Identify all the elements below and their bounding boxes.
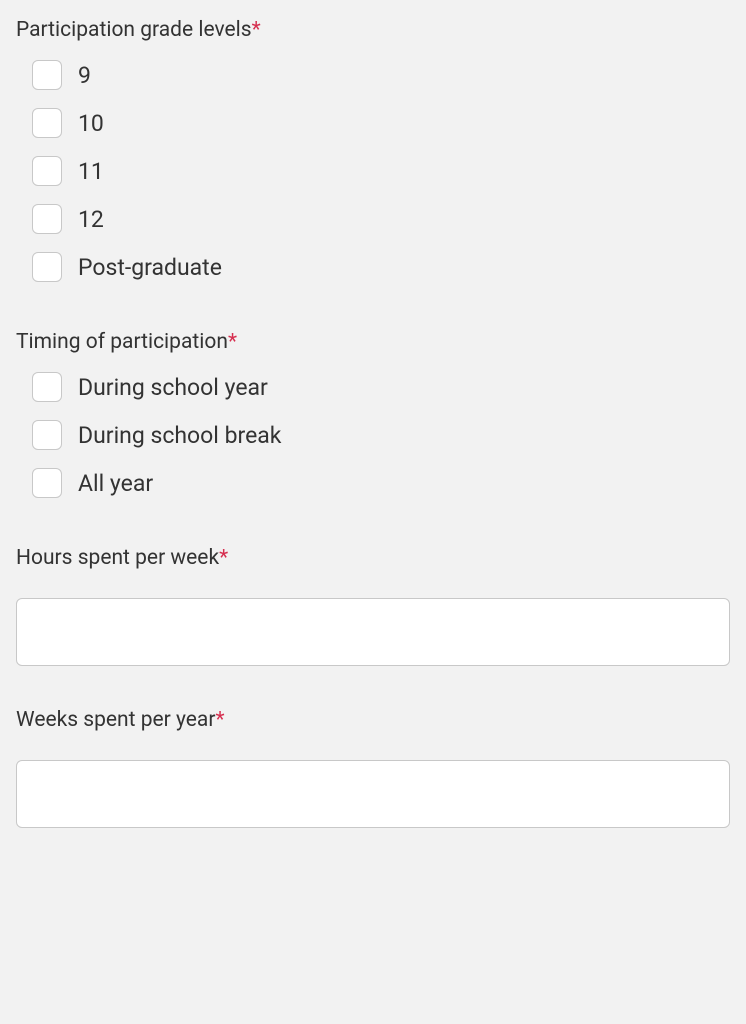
timing-label-text: Timing of participation [16, 330, 228, 354]
checkbox-row: 9 [16, 60, 730, 90]
weeks-per-year-label-text: Weeks spent per year [16, 708, 215, 732]
checkbox-during-school-year[interactable] [32, 372, 62, 402]
hours-per-week-label: Hours spent per week* [16, 546, 730, 570]
checkbox-grade-12[interactable] [32, 204, 62, 234]
checkbox-post-graduate[interactable] [32, 252, 62, 282]
hours-per-week-input[interactable] [16, 598, 730, 666]
checkbox-row: 11 [16, 156, 730, 186]
checkbox-grade-9[interactable] [32, 60, 62, 90]
required-indicator: * [252, 18, 261, 42]
checkbox-label: 10 [78, 110, 104, 137]
checkbox-label: 9 [78, 62, 91, 89]
checkbox-label: During school year [78, 374, 268, 401]
checkbox-label: All year [78, 470, 153, 497]
checkbox-grade-11[interactable] [32, 156, 62, 186]
timing-label: Timing of participation* [16, 330, 730, 354]
checkbox-grade-10[interactable] [32, 108, 62, 138]
grade-levels-section: Participation grade levels* 9 10 11 12 P… [16, 18, 730, 282]
checkbox-label: 12 [78, 206, 104, 233]
weeks-per-year-input[interactable] [16, 760, 730, 828]
checkbox-all-year[interactable] [32, 468, 62, 498]
checkbox-row: All year [16, 468, 730, 498]
checkbox-during-school-break[interactable] [32, 420, 62, 450]
checkbox-row: Post-graduate [16, 252, 730, 282]
weeks-per-year-label: Weeks spent per year* [16, 708, 730, 732]
required-indicator: * [215, 708, 224, 732]
hours-per-week-label-text: Hours spent per week [16, 546, 219, 570]
checkbox-row: 12 [16, 204, 730, 234]
checkbox-row: During school break [16, 420, 730, 450]
checkbox-row: 10 [16, 108, 730, 138]
required-indicator: * [228, 330, 237, 354]
grade-levels-label: Participation grade levels* [16, 18, 730, 42]
timing-section: Timing of participation* During school y… [16, 330, 730, 498]
grade-levels-label-text: Participation grade levels [16, 18, 252, 42]
checkbox-label: Post-graduate [78, 254, 222, 281]
checkbox-label: 11 [78, 158, 104, 185]
required-indicator: * [219, 546, 228, 570]
checkbox-label: During school break [78, 422, 281, 449]
checkbox-row: During school year [16, 372, 730, 402]
hours-per-week-section: Hours spent per week* [16, 546, 730, 666]
weeks-per-year-section: Weeks spent per year* [16, 708, 730, 828]
